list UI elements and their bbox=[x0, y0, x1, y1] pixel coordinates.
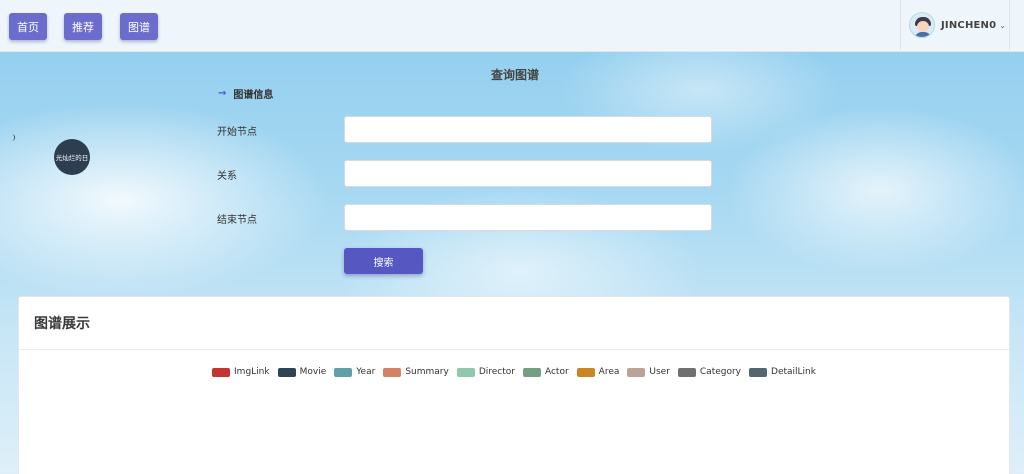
graph-legend: ImgLink Movie Year Summary Director Actor Area… bbox=[19, 367, 1009, 377]
legend-item-category[interactable]: Category bbox=[677, 367, 742, 377]
legend-label: Category bbox=[699, 367, 742, 377]
legend-swatch bbox=[677, 367, 696, 377]
query-title: 查询图谱 bbox=[490, 68, 539, 82]
legend-item-imglink[interactable]: ImgLink bbox=[212, 367, 270, 377]
legend-item-summary[interactable]: Summary bbox=[383, 367, 449, 377]
legend-label: DetailLink bbox=[771, 367, 816, 377]
search-button[interactable]: 搜索 bbox=[344, 248, 423, 274]
legend-swatch bbox=[456, 367, 475, 377]
relation-input[interactable] bbox=[344, 160, 712, 187]
start-node-label: 开始节点 bbox=[217, 127, 257, 138]
legend-label: User bbox=[649, 367, 670, 377]
legend-item-year[interactable]: Year bbox=[334, 367, 375, 377]
legend-item-movie[interactable]: Movie bbox=[277, 367, 327, 377]
graph-card-title: 图谱展示 bbox=[19, 297, 1009, 350]
start-node-input[interactable] bbox=[344, 116, 712, 143]
graph-node-movie[interactable]: 光灿烂的日 bbox=[54, 139, 90, 175]
graph-edge-fragment bbox=[12, 134, 15, 141]
legend-item-user[interactable]: User bbox=[627, 367, 670, 377]
legend-label: Actor bbox=[544, 367, 569, 377]
chevron-down-icon[interactable]: ⌄ bbox=[999, 21, 1006, 30]
legend-swatch bbox=[749, 367, 768, 377]
graph-display-card: 图谱展示 ImgLink Movie Year Summary Director Acto… bbox=[18, 296, 1010, 474]
legend-swatch bbox=[627, 367, 646, 377]
legend-label: Area bbox=[598, 367, 620, 377]
legend-swatch bbox=[277, 367, 296, 377]
end-node-input[interactable] bbox=[344, 204, 712, 231]
section-heading-label: 图谱信息 bbox=[233, 90, 274, 101]
user-menu[interactable]: JINCHEN0 ⌄ bbox=[900, 0, 1010, 50]
top-navbar: 首页 推荐 图谱 JINCHEN0 ⌄ bbox=[0, 0, 1024, 52]
graph-canvas[interactable] bbox=[19, 397, 1009, 474]
arrow-right-icon: → bbox=[218, 88, 227, 99]
legend-label: Year bbox=[356, 367, 376, 377]
legend-swatch bbox=[383, 367, 402, 377]
legend-label: Movie bbox=[299, 367, 327, 377]
nav-recommend-button[interactable]: 推荐 bbox=[64, 13, 102, 40]
section-heading: → 图谱信息 bbox=[218, 86, 273, 101]
legend-item-director[interactable]: Director bbox=[456, 367, 515, 377]
relation-label: 关系 bbox=[217, 171, 237, 182]
legend-swatch bbox=[522, 367, 541, 377]
legend-label: ImgLink bbox=[234, 367, 270, 377]
legend-swatch bbox=[334, 367, 353, 377]
legend-item-area[interactable]: Area bbox=[576, 367, 620, 377]
nav-home-button[interactable]: 首页 bbox=[9, 13, 47, 40]
nav-graph-button[interactable]: 图谱 bbox=[120, 13, 158, 40]
legend-swatch bbox=[212, 367, 231, 377]
username-label[interactable]: JINCHEN0 bbox=[941, 20, 996, 31]
legend-item-actor[interactable]: Actor bbox=[522, 367, 569, 377]
legend-item-detaillink[interactable]: DetailLink bbox=[749, 367, 816, 377]
user-avatar-icon[interactable] bbox=[909, 12, 935, 38]
end-node-label: 结束节点 bbox=[217, 215, 257, 226]
legend-swatch bbox=[576, 367, 595, 377]
legend-label: Director bbox=[478, 367, 515, 377]
legend-label: Summary bbox=[405, 367, 449, 377]
